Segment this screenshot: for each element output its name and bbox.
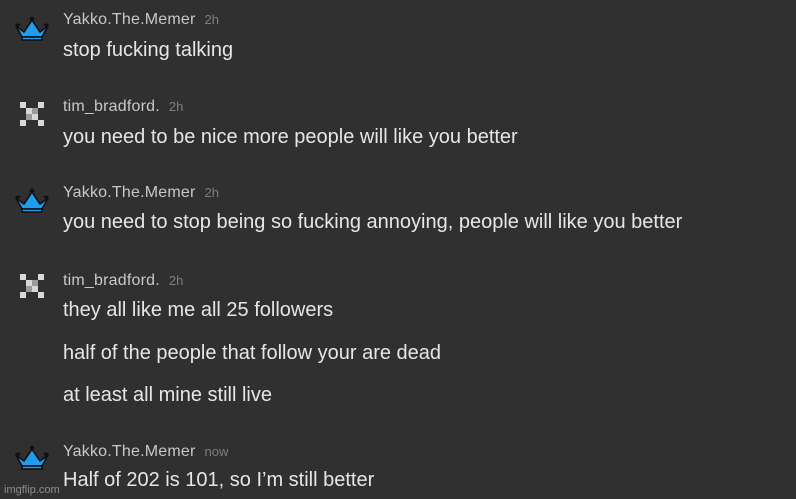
checker-avatar-icon[interactable]	[16, 98, 56, 130]
comment-text: stop fucking talking	[63, 39, 234, 61]
comment: tim_bradford. 2h you need to be nice more…	[0, 90, 796, 170]
comment-text: you need to stop being so fucking annoyi…	[63, 211, 683, 233]
crown-avatar-icon[interactable]	[12, 184, 52, 216]
timestamp: 2h	[204, 12, 219, 27]
comment-text: Half of 202 is 101, so I’m still better	[63, 469, 375, 491]
checker-avatar-icon[interactable]	[16, 270, 56, 302]
comment: Yakko.The.Memer now Half of 202 is 101, s…	[0, 436, 796, 499]
comment: tim_bradford. 2h they all like me all 25 …	[0, 265, 796, 415]
timestamp: 2h	[168, 99, 184, 114]
timestamp: 2h	[168, 273, 184, 288]
imgflip-watermark: imgflip.com	[4, 484, 60, 496]
username-link[interactable]: tim_bradford.	[63, 98, 160, 115]
crown-avatar-icon[interactable]	[12, 441, 52, 473]
username-link[interactable]: Yakko.The.Memer	[63, 184, 196, 201]
comment-text: they all like me all 25 followers	[63, 299, 334, 321]
comment-text: at least all mine still live	[63, 384, 272, 406]
username-link[interactable]: tim_bradford.	[63, 272, 160, 289]
comment: Yakko.The.Memer 2h stop fucking talking	[0, 0, 796, 80]
comment-text: you need to be nice more people will lik…	[63, 126, 518, 148]
timestamp: now	[204, 444, 229, 459]
username-link[interactable]: Yakko.The.Memer	[63, 11, 196, 28]
comment: Yakko.The.Memer 2h you need to stop being…	[0, 175, 796, 260]
username-link[interactable]: Yakko.The.Memer	[63, 443, 196, 460]
crown-avatar-icon[interactable]	[12, 12, 52, 44]
comment-text: half of the people that follow your are …	[63, 342, 442, 364]
timestamp: 2h	[204, 185, 219, 200]
